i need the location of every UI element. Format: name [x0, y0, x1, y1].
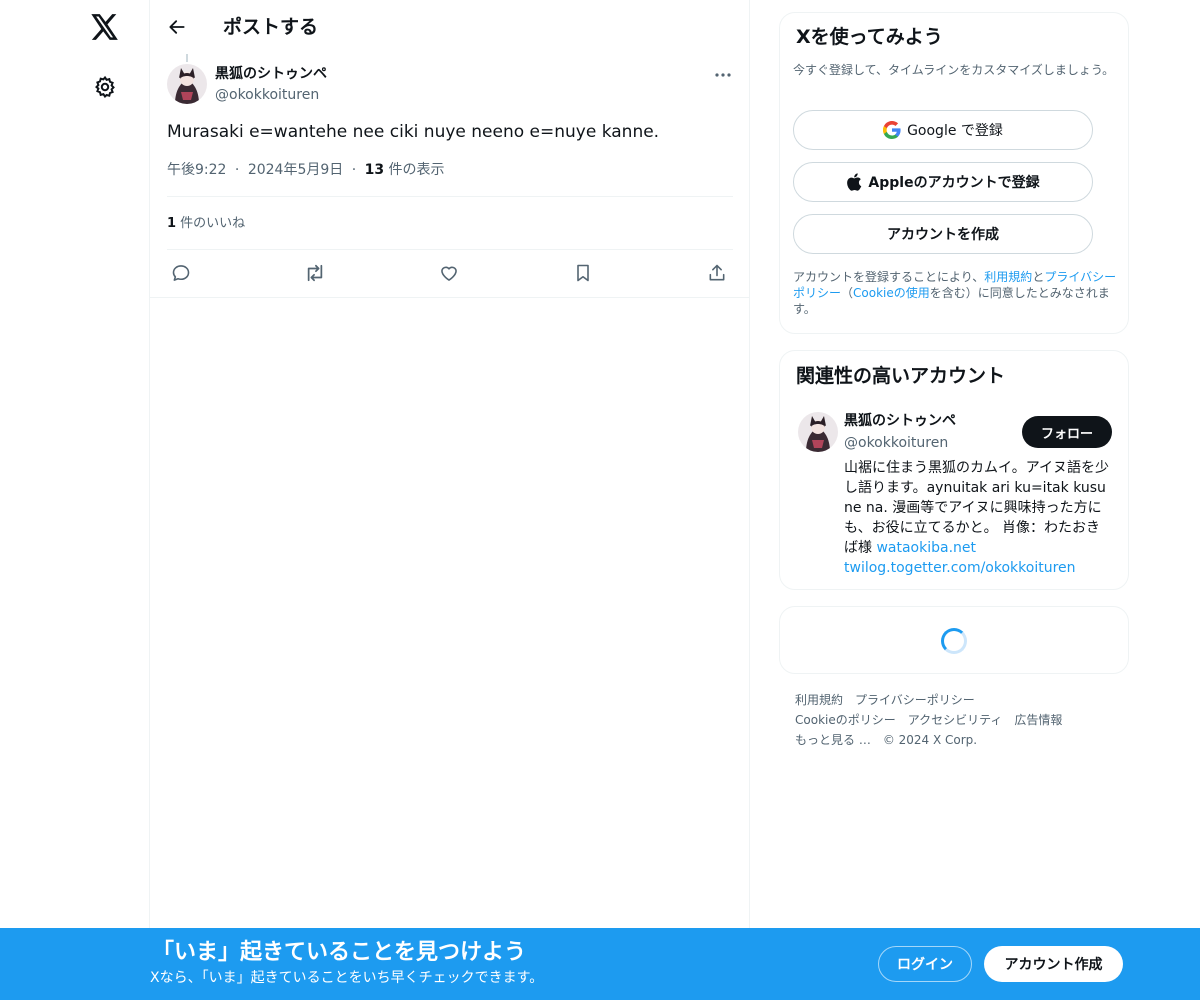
divider	[167, 249, 733, 250]
create-account-label: アカウントを作成	[887, 227, 999, 243]
footer-links: 利用規約 プライバシーポリシー Cookieのポリシー アクセシビリティ 広告情報 も…	[795, 690, 1115, 750]
footer-ads-link[interactable]: 広告情報	[1014, 713, 1062, 727]
avatar[interactable]	[798, 412, 838, 452]
post-text: Murasaki e=wantehe nee ciki nuye neeno e…	[167, 122, 660, 142]
apple-signup-button[interactable]: Appleのアカウントで登録	[793, 162, 1093, 202]
page-header: ポストする	[150, 0, 750, 54]
meta-separator: ·	[351, 162, 357, 178]
likes-count: 1	[167, 216, 177, 231]
banner-subtitle: Xなら、「いま」起きていることをいち早くチェックできます。	[150, 970, 544, 986]
avatar[interactable]	[167, 64, 207, 104]
google-signup-label: Google で登録	[907, 123, 1003, 139]
more-options-button[interactable]	[710, 64, 736, 86]
back-button[interactable]	[162, 12, 192, 42]
create-account-button[interactable]: アカウントを作成	[793, 214, 1093, 254]
cookie-link[interactable]: Cookieの使用	[853, 286, 930, 300]
x-logo-icon[interactable]	[88, 10, 122, 44]
legal-prefix: アカウントを登録することにより、	[793, 270, 985, 284]
main-column: ポストする 黒狐のシトゥンペ @okokkoituren Murasaki e=…	[149, 0, 750, 1000]
footer-cookie-link[interactable]: Cookieのポリシー	[795, 713, 896, 727]
related-name[interactable]: 黒狐のシトゥンペ	[844, 412, 956, 430]
apple-icon	[847, 173, 862, 191]
bio-link-twilog[interactable]: twilog.togetter.com/okokkoituren	[844, 560, 1076, 576]
apple-signup-label: Appleのアカウントで登録	[868, 175, 1040, 191]
author-name[interactable]: 黒狐のシトゥンペ	[215, 65, 327, 83]
share-icon[interactable]	[704, 260, 730, 286]
like-icon[interactable]	[436, 260, 462, 286]
arrow-left-icon	[169, 20, 185, 34]
views-label: 件の表示	[384, 162, 445, 178]
repost-icon[interactable]	[302, 260, 328, 286]
banner-create-account-button[interactable]: アカウント作成	[984, 946, 1123, 982]
login-button[interactable]: ログイン	[878, 946, 972, 982]
signup-subtitle: 今すぐ登録して、タイムラインをカスタマイズしましょう。	[793, 63, 1115, 77]
post-actions	[150, 256, 750, 290]
bottom-banner: 「いま」起きていることを見つけよう Xなら、「いま」起きていることをいち早くチェ…	[0, 928, 1200, 1000]
post-date[interactable]: 2024年5月9日	[248, 162, 343, 178]
legal-text: アカウントを登録することにより、利用規約とプライバシーポリシー（Cookieの使…	[793, 269, 1123, 317]
signup-card: Xを使ってみよう 今すぐ登録して、タイムラインをカスタマイズしましょう。 Goo…	[779, 12, 1129, 334]
author-handle[interactable]: @okokkoituren	[215, 86, 319, 104]
related-handle[interactable]: @okokkoituren	[844, 434, 948, 452]
related-title: 関連性の高いアカウント	[796, 365, 1006, 387]
banner-title: 「いま」起きていることを見つけよう	[152, 940, 527, 965]
post-meta: 午後9:22 · 2024年5月9日 · 13 件の表示	[167, 160, 445, 180]
signup-title: Xを使ってみよう	[796, 26, 943, 48]
likes-label: 件のいいね	[176, 216, 246, 231]
divider	[167, 196, 733, 197]
legal-and: と	[1032, 270, 1045, 284]
related-accounts-card: 関連性の高いアカウント 黒狐のシトゥンペ @okokkoituren フォロー …	[779, 350, 1129, 590]
left-nav	[0, 0, 150, 1000]
google-signup-button[interactable]: Google で登録	[793, 110, 1093, 150]
footer-accessibility-link[interactable]: アクセシビリティ	[908, 713, 1003, 727]
likes-summary[interactable]: 1 件のいいね	[167, 214, 245, 234]
gear-icon[interactable]	[90, 72, 120, 102]
google-icon	[883, 121, 901, 139]
more-dots-icon	[715, 73, 731, 77]
loading-spinner-icon	[941, 628, 967, 654]
post-time[interactable]: 午後9:22	[167, 162, 226, 178]
bookmark-icon[interactable]	[570, 260, 596, 286]
thread-line	[186, 54, 188, 62]
footer-more-link[interactable]: もっと見る …	[795, 733, 871, 747]
footer-copyright: © 2024 X Corp.	[882, 733, 978, 747]
bio-link-website[interactable]: wataokiba.net	[876, 540, 976, 556]
divider	[150, 297, 750, 298]
page-title: ポストする	[223, 16, 319, 38]
loading-card	[779, 606, 1129, 674]
terms-link[interactable]: 利用規約	[984, 270, 1032, 284]
related-bio: 山裾に住まう黒狐のカムイ。アイヌ語を少し語ります。aynuitak ari ku…	[844, 458, 1114, 578]
legal-paren: （	[841, 286, 854, 300]
reply-icon[interactable]	[168, 260, 194, 286]
follow-button[interactable]: フォロー	[1022, 416, 1112, 448]
footer-privacy-link[interactable]: プライバシーポリシー	[855, 693, 975, 707]
meta-separator: ·	[234, 162, 240, 178]
views-count: 13	[364, 162, 385, 178]
footer-terms-link[interactable]: 利用規約	[795, 693, 843, 707]
